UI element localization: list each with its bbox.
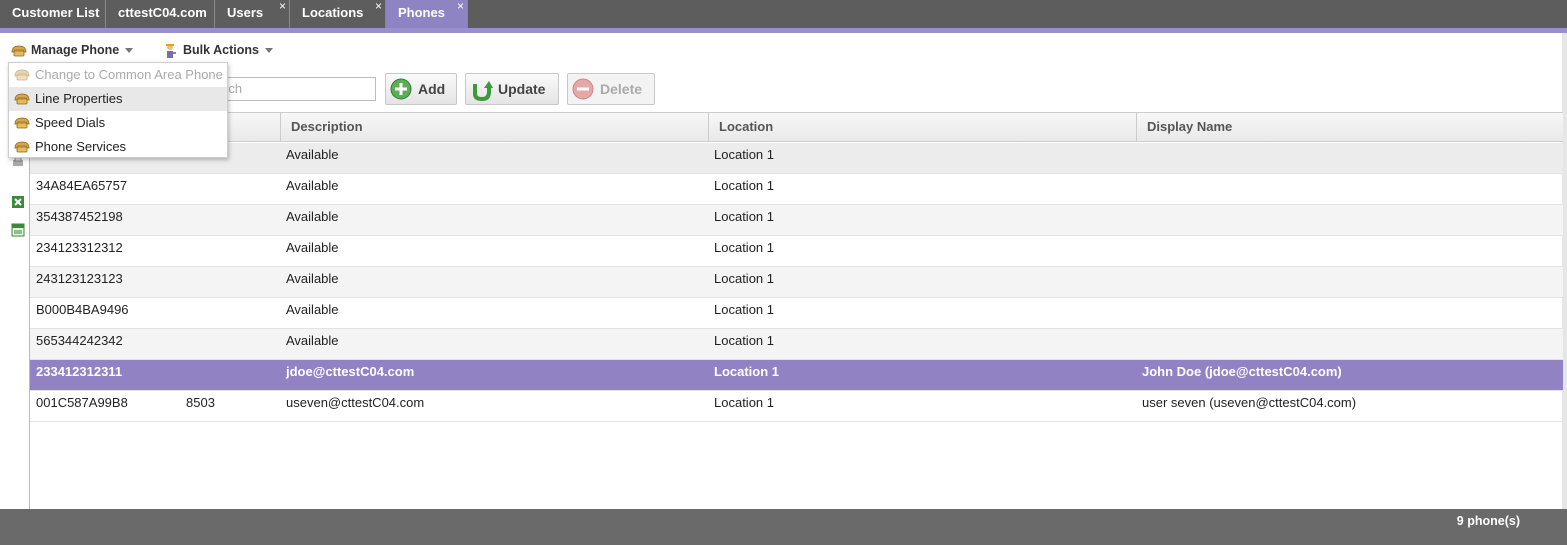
table-row[interactable]: Available Location 1: [30, 143, 1563, 174]
tab-label: Phones: [398, 5, 445, 20]
table-row[interactable]: 001C587A99B8 8503 useven@cttestC04.com L…: [30, 391, 1563, 422]
tab-label: Locations: [302, 5, 364, 20]
search-input[interactable]: rch: [215, 77, 376, 101]
cell-description: Available: [286, 209, 339, 224]
cell-location: Location 1: [714, 240, 774, 255]
menu-item-line-properties[interactable]: Line Properties: [9, 87, 227, 111]
menu-item-label: Speed Dials: [35, 115, 106, 130]
cell-location: Location 1: [714, 271, 774, 286]
add-label: Add: [418, 81, 446, 97]
cell-description: useven@cttestC04.com: [286, 395, 425, 410]
side-tool-rail: [0, 112, 30, 509]
phone-icon: [14, 141, 30, 153]
cell-location: Location 1: [714, 178, 774, 193]
tab-label: Users: [227, 5, 264, 20]
table-row[interactable]: 34A84EA65757 Available Location 1: [30, 174, 1563, 205]
manage-phone-dropdown: Change to Common Area Phone Line Propert…: [8, 62, 228, 158]
bulk-actions-menu[interactable]: Bulk Actions: [163, 40, 273, 60]
add-button[interactable]: Add: [385, 73, 457, 105]
tab-label: cttestC04.com: [118, 5, 207, 20]
cell-line: 8503: [186, 395, 215, 410]
tab-domain[interactable]: cttestC04.com: [106, 0, 215, 28]
cell-location: Location 1: [714, 147, 774, 162]
column-header-location[interactable]: Location: [708, 113, 1136, 141]
manage-phone-menu[interactable]: Manage Phone: [11, 40, 134, 60]
menu-item-phone-services[interactable]: Phone Services: [9, 135, 227, 159]
menu-item-label: Line Properties: [35, 91, 123, 106]
table-row[interactable]: 234123312312 Available Location 1: [30, 236, 1563, 267]
tab-phones[interactable]: Phones ×: [386, 0, 468, 28]
close-icon[interactable]: ×: [375, 0, 382, 19]
phone-icon: [14, 93, 30, 105]
phone-icon: [11, 45, 27, 57]
cell-location: Location 1: [714, 333, 774, 348]
chevron-down-icon: [125, 48, 134, 54]
cell-name: 565344242342: [36, 333, 123, 348]
delete-label: Delete: [600, 81, 643, 97]
menu-item-label: Phone Services: [35, 139, 127, 154]
delete-icon: [572, 78, 594, 100]
cell-description: jdoe@cttestC04.com: [286, 364, 415, 379]
chevron-down-icon: [264, 48, 273, 54]
column-label: Location: [719, 119, 774, 134]
cell-location: Location 1: [714, 364, 780, 379]
table-row[interactable]: 354387452198 Available Location 1: [30, 205, 1563, 236]
cell-location: Location 1: [714, 395, 774, 410]
cell-name: 34A84EA65757: [36, 178, 128, 193]
menu-item-label: Change to Common Area Phone: [35, 67, 223, 82]
cell-description: Available: [286, 147, 339, 162]
column-label: Display Name: [1147, 119, 1233, 134]
add-icon: [390, 78, 412, 100]
cell-display-name: user seven (useven@cttestC04.com): [1142, 395, 1357, 410]
manage-phone-label: Manage Phone: [31, 43, 120, 57]
cell-description: Available: [286, 302, 339, 317]
tab-accent-line: [0, 28, 1567, 33]
excel-icon[interactable]: [11, 195, 25, 209]
cell-name: 233412312311: [36, 364, 123, 379]
column-header-display-name[interactable]: Display Name: [1136, 113, 1563, 141]
tab-bar: Customer List cttestC04.com Users × Loca…: [0, 0, 1567, 28]
table-row[interactable]: 565344242342 Available Location 1: [30, 329, 1563, 360]
table-row[interactable]: 243123123123 Available Location 1: [30, 267, 1563, 298]
delete-button[interactable]: Delete: [567, 73, 655, 105]
cell-description: Available: [286, 271, 339, 286]
cell-name: 354387452198: [36, 209, 123, 224]
tab-customer-list[interactable]: Customer List: [0, 0, 106, 28]
column-header-description[interactable]: Description: [280, 113, 708, 141]
phone-count: 9 phone(s): [1456, 514, 1520, 528]
tab-users[interactable]: Users ×: [215, 0, 290, 28]
update-button[interactable]: Update: [465, 73, 559, 105]
cell-name: B000B4BA9496: [36, 302, 129, 317]
grid-header: Description Location Display Name: [30, 112, 1563, 142]
update-label: Update: [498, 81, 546, 97]
bulk-actions-label: Bulk Actions: [183, 43, 259, 57]
update-icon: [473, 81, 493, 102]
close-icon[interactable]: ×: [279, 0, 286, 19]
cell-location: Location 1: [714, 302, 774, 317]
tab-label: Customer List: [12, 5, 100, 20]
status-footer: 9 phone(s): [0, 509, 1567, 545]
table-row[interactable]: B000B4BA9496 Available Location 1: [30, 298, 1563, 329]
menu-item-speed-dials[interactable]: Speed Dials: [9, 111, 227, 135]
cell-name: 234123312312: [36, 240, 123, 255]
table-row-selected[interactable]: 233412312311 jdoe@cttestC04.com Location…: [30, 360, 1563, 391]
close-icon[interactable]: ×: [457, 0, 464, 19]
phone-icon: [14, 117, 30, 129]
cell-description: Available: [286, 240, 339, 255]
cell-location: Location 1: [714, 209, 774, 224]
cell-display-name: John Doe (jdoe@cttestC04.com): [1142, 364, 1342, 379]
worker-icon: [166, 43, 176, 58]
cell-description: Available: [286, 178, 339, 193]
csv-icon[interactable]: [11, 223, 25, 237]
cell-name: 001C587A99B8: [36, 395, 128, 410]
menu-item-change-to-common-area[interactable]: Change to Common Area Phone: [9, 63, 227, 87]
tab-locations[interactable]: Locations ×: [290, 0, 386, 28]
cell-name: 243123123123: [36, 271, 123, 286]
cell-description: Available: [286, 333, 339, 348]
column-label: Description: [291, 119, 363, 134]
phone-icon: [14, 69, 30, 81]
